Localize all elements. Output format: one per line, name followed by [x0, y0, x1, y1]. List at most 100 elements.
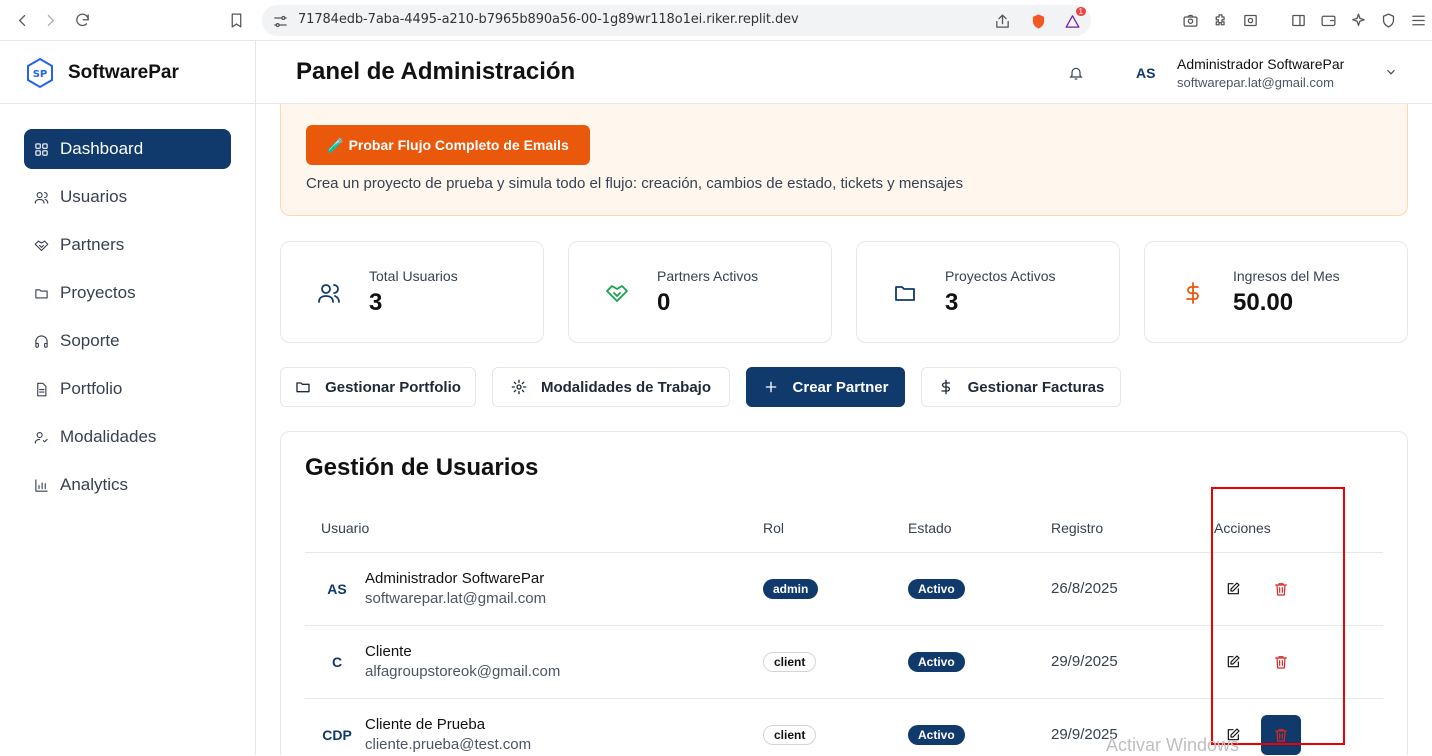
users-icon: [317, 281, 341, 305]
reader-mode-icon[interactable]: [1240, 10, 1260, 30]
share-icon[interactable]: [992, 11, 1012, 31]
dollar-icon: [1181, 281, 1205, 305]
sidebar-item-usuarios[interactable]: Usuarios: [24, 177, 231, 217]
user-name: Cliente: [365, 643, 412, 660]
stat-label: Total Usuarios: [369, 268, 458, 284]
folder-icon: [893, 281, 917, 305]
page-title: Panel de Administración: [296, 58, 576, 85]
chevron-down-icon[interactable]: [1384, 65, 1398, 84]
leo-ai-icon[interactable]: [1348, 10, 1368, 30]
section-title: Gestión de Usuarios: [305, 454, 539, 481]
stat-card-partners-activos: Partners Activos 0: [568, 241, 832, 343]
button-label: Gestionar Portfolio: [325, 378, 461, 396]
button-label: Crear Partner: [792, 378, 889, 396]
sidebar-item-portfolio[interactable]: Portfolio: [24, 369, 231, 409]
sidebar-item-label: Soporte: [60, 331, 120, 350]
button-label: Gestionar Facturas: [967, 378, 1105, 396]
reload-icon[interactable]: [72, 10, 92, 30]
sidebar-toggle-icon[interactable]: [1288, 10, 1308, 30]
sidebar-item-soporte[interactable]: Soporte: [24, 321, 231, 361]
svg-text:SP: SP: [33, 69, 48, 80]
trash-icon[interactable]: [1261, 715, 1301, 755]
sidebar-item-partners[interactable]: Partners: [24, 225, 231, 265]
folder-icon: [296, 382, 310, 393]
camera-icon[interactable]: [1180, 10, 1200, 30]
column-header-acciones: Acciones: [1214, 520, 1271, 536]
brand-header: SP SoftwarePar: [0, 41, 255, 104]
test-email-flow-button[interactable]: 🧪 Probar Flujo Completo de Emails: [306, 125, 590, 165]
user-email: softwarepar.lat@gmail.com: [1177, 75, 1334, 90]
status-badge: Activo: [908, 725, 965, 745]
users-icon: [34, 191, 49, 204]
sidebar-item-modalidades[interactable]: Modalidades: [24, 417, 231, 457]
manage-portfolio-button[interactable]: Gestionar Portfolio: [280, 367, 476, 407]
column-header-rol: Rol: [763, 520, 785, 536]
avatar: C: [331, 654, 343, 670]
edit-icon[interactable]: [1221, 577, 1245, 601]
registration-date: 29/9/2025: [1051, 653, 1118, 670]
vpn-shield-icon[interactable]: [1378, 10, 1398, 30]
sidebar-item-label: Modalidades: [60, 427, 157, 446]
stat-label: Proyectos Activos: [945, 268, 1056, 284]
divider: [305, 698, 1383, 699]
bookmark-icon[interactable]: [226, 10, 246, 30]
manage-invoices-button[interactable]: Gestionar Facturas: [921, 367, 1121, 407]
headphones-icon: [35, 334, 48, 348]
sidebar-item-label: Partners: [60, 235, 125, 254]
url-text: 71784edb-7aba-4495-a210-b7965b890a56-00-…: [298, 12, 799, 27]
column-header-usuario: Usuario: [321, 520, 370, 536]
email-test-panel: 🧪 Probar Flujo Completo de Emails Crea u…: [280, 104, 1408, 216]
sidebar-item-label: Proyectos: [60, 283, 136, 302]
trash-icon[interactable]: [1269, 577, 1293, 601]
avatar: AS: [327, 581, 347, 597]
extensions-icon[interactable]: [1210, 10, 1230, 30]
grid-icon: [35, 142, 48, 156]
softwarepar-logo-icon[interactable]: SP: [24, 57, 56, 89]
stat-card-total-usuarios: Total Usuarios 3: [280, 241, 544, 343]
registration-date: 26/8/2025: [1051, 580, 1118, 597]
avatar[interactable]: AS: [1136, 65, 1155, 81]
bell-icon[interactable]: [1068, 65, 1084, 81]
sidebar-item-dashboard[interactable]: Dashboard: [24, 129, 231, 169]
stat-label: Ingresos del Mes: [1233, 268, 1340, 284]
user-name: Cliente de Prueba: [365, 716, 486, 733]
button-label: Modalidades de Trabajo: [540, 378, 712, 396]
sidebar-item-label: Portfolio: [60, 379, 123, 398]
brave-shield-icon[interactable]: [1028, 11, 1048, 31]
rewards-badge: 1: [1075, 7, 1086, 16]
sidebar-item-label: Analytics: [60, 475, 129, 494]
gear-icon: [511, 379, 527, 395]
handshake-icon: [605, 281, 629, 305]
email-test-description: Crea un proyecto de prueba y simula todo…: [306, 175, 964, 192]
bar-chart-icon: [35, 478, 48, 492]
column-header-registro: Registro: [1051, 520, 1104, 536]
folder-icon: [35, 288, 48, 298]
back-icon[interactable]: [12, 10, 32, 30]
sidebar-item-label: Usuarios: [60, 187, 128, 206]
user-name: Administrador SoftwarePar: [365, 570, 545, 587]
main-content: 🧪 Probar Flujo Completo de Emails Crea u…: [256, 104, 1432, 755]
stat-value: 3: [369, 289, 383, 316]
sidebar-item-label: Dashboard: [60, 139, 144, 158]
brave-rewards-icon[interactable]: 1: [1062, 7, 1086, 31]
browser-toolbar: 71784edb-7aba-4495-a210-b7965b890a56-00-…: [0, 0, 1432, 41]
wallet-icon[interactable]: [1318, 10, 1338, 30]
trash-icon[interactable]: [1269, 650, 1293, 674]
role-badge: admin: [763, 579, 819, 599]
divider: [305, 552, 1383, 553]
sidebar-item-proyectos[interactable]: Proyectos: [24, 273, 231, 313]
handshake-icon: [34, 240, 49, 251]
role-badge: client: [763, 725, 817, 745]
edit-icon[interactable]: [1221, 650, 1245, 674]
forward-icon[interactable]: [40, 10, 60, 30]
plus-icon: [765, 381, 776, 393]
user-check-icon: [34, 431, 48, 444]
create-partner-button[interactable]: Crear Partner: [746, 367, 905, 407]
address-bar[interactable]: 71784edb-7aba-4495-a210-b7965b890a56-00-…: [262, 5, 1091, 36]
work-modalities-button[interactable]: Modalidades de Trabajo: [492, 367, 730, 407]
site-settings-icon[interactable]: [270, 11, 290, 31]
sidebar-item-analytics[interactable]: Analytics: [24, 465, 231, 505]
menu-icon[interactable]: [1408, 10, 1428, 30]
user-name[interactable]: Administrador SoftwarePar: [1177, 56, 1344, 72]
windows-activation-watermark: Activar Windows: [1106, 735, 1240, 755]
